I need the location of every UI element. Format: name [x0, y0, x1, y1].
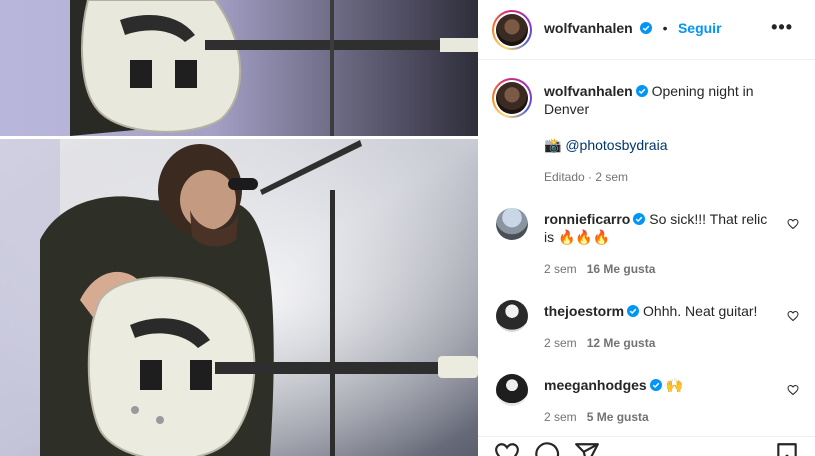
comment-like-heart-icon[interactable] [787, 218, 799, 230]
camera-emoji: 📸 [544, 137, 562, 153]
comment-1-meta: 2 sem 16 Me gusta [544, 262, 655, 276]
comment-1: ronnieficarro So sick!!! That relic is 🔥… [544, 210, 774, 246]
comment-like-heart-icon[interactable] [787, 310, 799, 322]
post-photo[interactable] [0, 0, 478, 456]
more-options-icon[interactable]: ••• [771, 18, 793, 36]
bookmark-icon[interactable] [774, 441, 800, 456]
comment-age: 2 sem [544, 262, 577, 276]
photo-divider [0, 136, 478, 139]
comment-age: 2 sem [544, 410, 577, 424]
verified-badge-icon [633, 213, 646, 225]
credit-handle-link[interactable]: @photosbydraia [565, 137, 667, 153]
verified-badge-icon [627, 305, 640, 317]
comment-avatar[interactable] [496, 300, 528, 332]
comment-text: Ohhh. Neat guitar! [643, 303, 758, 319]
comment-username[interactable]: meeganhodges [544, 377, 647, 393]
comment-age: 2 sem [544, 336, 577, 350]
verified-badge-icon [649, 379, 662, 391]
verified-badge-icon [640, 22, 653, 34]
comment-like-heart-icon[interactable] [787, 384, 799, 396]
author-avatar[interactable] [492, 10, 532, 50]
photo-credit: 📸 @photosbydraia [544, 137, 668, 154]
separator-dot: • [662, 20, 668, 36]
author-username[interactable]: wolfvanhalen [544, 20, 633, 36]
comment-text: 🙌 [665, 377, 684, 393]
comment-3-meta: 2 sem 5 Me gusta [544, 410, 649, 424]
comment-2: thejoestorm Ohhh. Neat guitar! [544, 302, 774, 320]
post-header: wolfvanhalen • Seguir ••• [478, 0, 815, 60]
comment-3: meeganhodges 🙌 [544, 376, 774, 394]
post-caption: wolfvanhalen Opening night in Denver [544, 82, 794, 118]
comment-username[interactable]: thejoestorm [544, 303, 624, 319]
comment-2-meta: 2 sem 12 Me gusta [544, 336, 655, 350]
author-line: wolfvanhalen • Seguir [544, 20, 722, 38]
verified-badge-icon [635, 85, 648, 97]
comment-username[interactable]: ronnieficarro [544, 211, 630, 227]
comment-avatar[interactable] [496, 208, 528, 240]
follow-button[interactable]: Seguir [678, 20, 722, 36]
comment-likes[interactable]: 16 Me gusta [587, 262, 656, 276]
caption-author-username[interactable]: wolfvanhalen [544, 83, 633, 99]
share-icon[interactable] [574, 441, 600, 456]
comment-likes[interactable]: 12 Me gusta [587, 336, 656, 350]
heart-icon[interactable] [494, 441, 520, 456]
caption-author-avatar[interactable] [492, 78, 532, 118]
edited-timestamp: Editado · 2 sem [544, 170, 629, 184]
post-side-panel: wolfvanhalen • Seguir ••• wolfvanhalen O… [478, 0, 815, 456]
comment-avatar[interactable] [496, 374, 528, 406]
comment-likes[interactable]: 5 Me gusta [587, 410, 649, 424]
concert-photo-image [0, 0, 478, 456]
post-action-bar [478, 436, 815, 456]
comment-icon[interactable] [534, 441, 560, 456]
